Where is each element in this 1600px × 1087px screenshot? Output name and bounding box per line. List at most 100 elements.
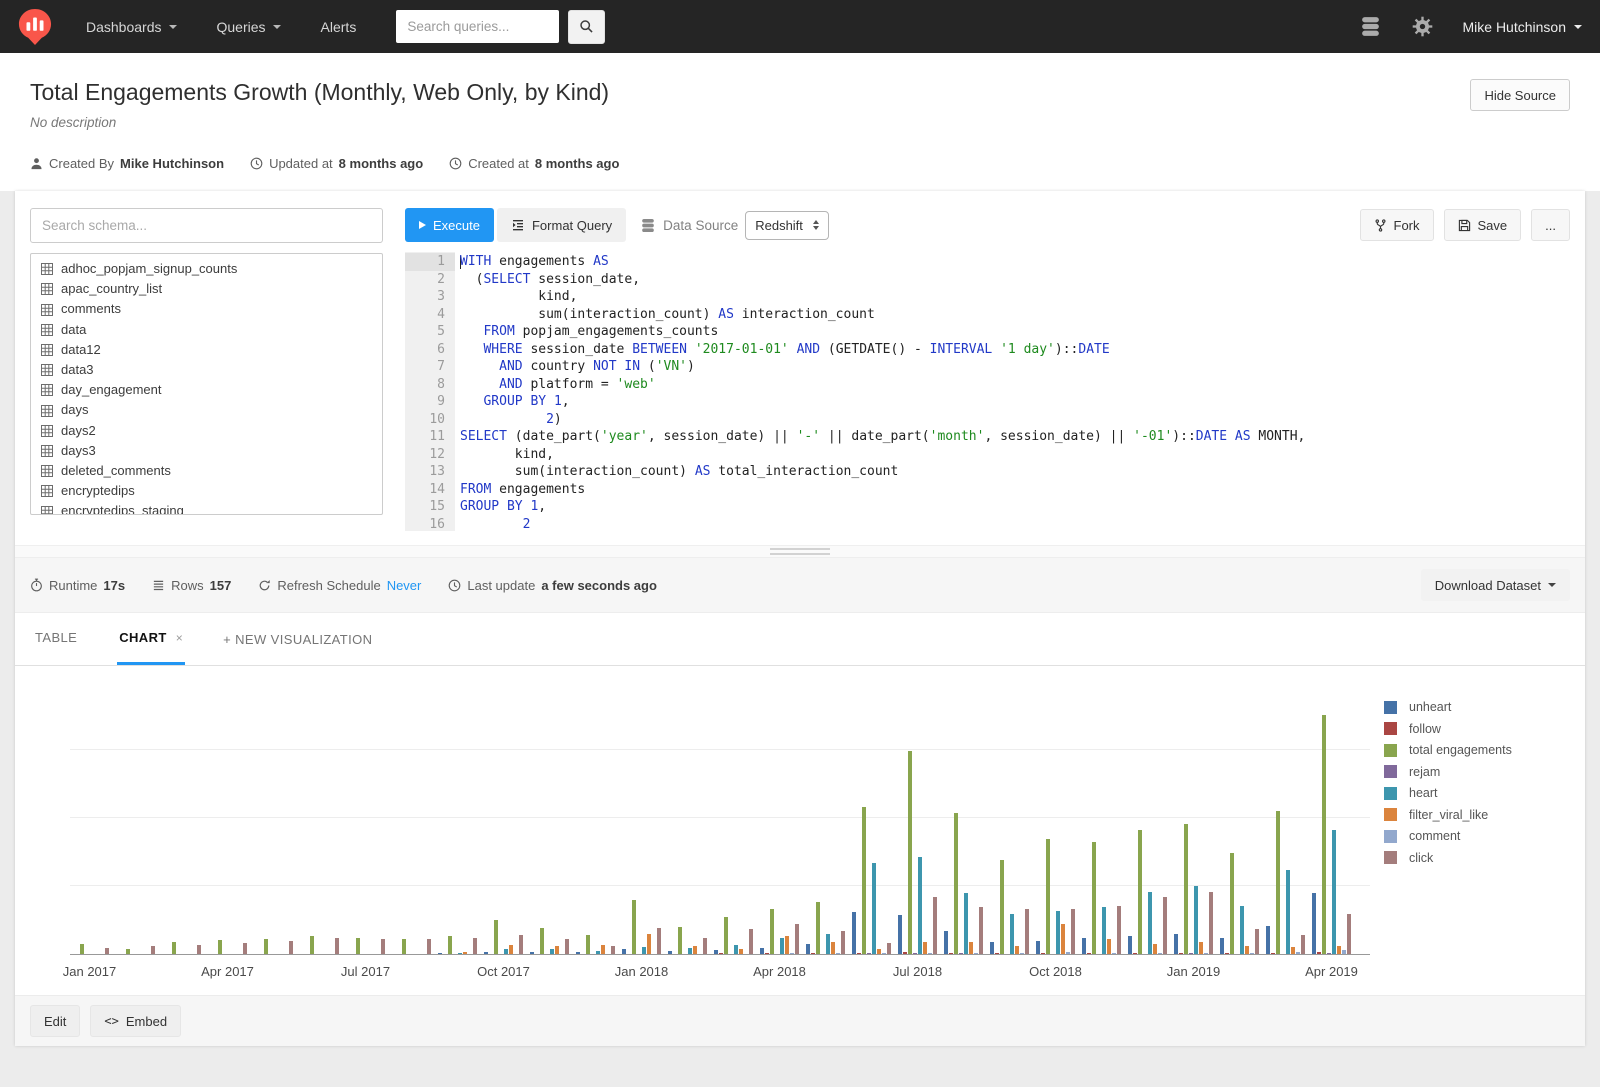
user-menu[interactable]: Mike Hutchinson — [1463, 19, 1583, 35]
schema-search-input[interactable] — [30, 208, 383, 243]
bar-heart — [458, 953, 462, 954]
schema-table-name: comments — [61, 300, 121, 318]
schema-table-item[interactable]: comments — [31, 299, 382, 319]
legend-item[interactable]: filter_viral_like — [1384, 808, 1575, 822]
schema-table-name: days2 — [61, 422, 96, 440]
created-by: Created By Mike Hutchinson — [30, 156, 224, 171]
bar-rejam — [1189, 953, 1193, 954]
bar-heart — [1010, 914, 1014, 954]
schema-table-item[interactable]: days3 — [31, 441, 382, 461]
bar-total-engagements — [954, 813, 958, 954]
execute-button[interactable]: Execute — [405, 208, 494, 242]
data-source-select[interactable]: Redshift — [745, 211, 829, 240]
search-queries-input[interactable] — [396, 10, 559, 43]
bar-filter_viral_like — [1291, 947, 1295, 954]
bar-unheart — [530, 952, 534, 954]
fork-label: Fork — [1394, 218, 1420, 233]
new-visualization-button[interactable]: + NEW VISUALIZATION — [223, 613, 372, 665]
query-card: adhoc_popjam_signup_countsapac_country_l… — [15, 191, 1585, 1046]
bar-heart — [1102, 907, 1106, 954]
schema-table-item[interactable]: day_engagement — [31, 380, 382, 400]
save-label: Save — [1478, 218, 1508, 233]
bar-filter_viral_like — [1153, 944, 1157, 954]
schema-table-item[interactable]: encryptedips_staging — [31, 501, 382, 515]
schema-table-item[interactable]: data3 — [31, 360, 382, 380]
bar-filter_viral_like — [739, 949, 743, 954]
bar-click — [1117, 906, 1121, 954]
legend-item[interactable]: follow — [1384, 722, 1575, 736]
bar-filter_viral_like — [1337, 946, 1341, 954]
hide-source-button[interactable]: Hide Source — [1470, 79, 1570, 111]
bar-unheart — [944, 931, 948, 954]
legend-label: comment — [1409, 829, 1460, 843]
legend-item[interactable]: total engagements — [1384, 743, 1575, 757]
nav-queries[interactable]: Queries — [217, 19, 281, 35]
legend-item[interactable]: unheart — [1384, 700, 1575, 714]
bar-click — [703, 938, 707, 954]
format-query-button[interactable]: Format Query — [497, 208, 626, 242]
schema-table-item[interactable]: data12 — [31, 340, 382, 360]
nav-dashboards[interactable]: Dashboards — [86, 19, 177, 35]
redash-logo-icon[interactable] — [18, 8, 52, 46]
legend-label: click — [1409, 851, 1433, 865]
schema-table-item[interactable]: days2 — [31, 421, 382, 441]
bar-heart — [872, 863, 876, 954]
clock-icon — [449, 157, 462, 170]
bar-unheart — [1174, 934, 1178, 954]
fork-button[interactable]: Fork — [1360, 209, 1434, 241]
bar-filter_viral_like — [1061, 924, 1065, 954]
legend-item[interactable]: click — [1384, 851, 1575, 865]
bar-filter_viral_like — [1245, 946, 1249, 954]
nav-alerts-label: Alerts — [321, 19, 357, 35]
bar-comment — [928, 953, 932, 954]
more-actions-button[interactable]: ... — [1531, 209, 1570, 241]
bar-follow — [1087, 953, 1091, 954]
schema-table-item[interactable]: data — [31, 320, 382, 340]
embed-button[interactable]: <> Embed — [90, 1005, 181, 1037]
bar-total-engagements — [540, 928, 544, 954]
created-at: Created at 8 months ago — [449, 156, 619, 171]
tab-table[interactable]: TABLE — [33, 613, 79, 665]
bar-unheart — [438, 953, 442, 954]
settings-button[interactable] — [1412, 16, 1433, 37]
created-by-label: Created By — [49, 156, 114, 171]
bar-click — [197, 945, 201, 954]
legend-item[interactable]: heart — [1384, 786, 1575, 800]
schema-table-name: encryptedips — [61, 482, 135, 500]
legend-item[interactable]: comment — [1384, 829, 1575, 843]
runtime-value: 17s — [103, 578, 125, 593]
query-source-row: adhoc_popjam_signup_countsapac_country_l… — [15, 191, 1585, 545]
bar-heart — [550, 949, 554, 954]
edit-button[interactable]: Edit — [30, 1005, 80, 1037]
legend-swatch — [1384, 765, 1397, 778]
schema-table-item[interactable]: encryptedips — [31, 481, 382, 501]
refresh-schedule-label: Refresh Schedule — [277, 578, 380, 593]
schema-table-item[interactable]: apac_country_list — [31, 279, 382, 299]
bar-rejam — [959, 953, 963, 954]
close-icon[interactable]: × — [176, 631, 183, 645]
bar-click — [749, 929, 753, 954]
data-sources-button[interactable] — [1359, 16, 1382, 37]
bar-click — [519, 935, 523, 954]
schema-table-item[interactable]: days — [31, 400, 382, 420]
schema-table-item[interactable]: adhoc_popjam_signup_counts — [31, 259, 382, 279]
bar-follow — [1133, 953, 1137, 954]
bar-unheart — [760, 948, 764, 954]
legend-item[interactable]: rejam — [1384, 765, 1575, 779]
save-button[interactable]: Save — [1444, 209, 1522, 241]
nav-alerts[interactable]: Alerts — [321, 19, 357, 35]
table-icon — [41, 384, 53, 396]
resize-handle[interactable] — [15, 545, 1585, 558]
bar-total-engagements — [862, 807, 866, 954]
format-icon — [511, 218, 525, 232]
refresh-schedule-value[interactable]: Never — [387, 578, 422, 593]
schema-table-item[interactable]: deleted_comments — [31, 461, 382, 481]
download-dataset-button[interactable]: Download Dataset — [1421, 569, 1570, 601]
sql-editor[interactable]: 12345678910111213141516 WITH engagements… — [405, 252, 1570, 531]
bar-click — [151, 946, 155, 954]
search-button[interactable] — [568, 10, 605, 44]
tab-chart[interactable]: CHART × — [117, 613, 185, 665]
save-icon — [1458, 219, 1471, 232]
bar-total-engagements — [1000, 860, 1004, 954]
bar-click — [1347, 914, 1351, 954]
